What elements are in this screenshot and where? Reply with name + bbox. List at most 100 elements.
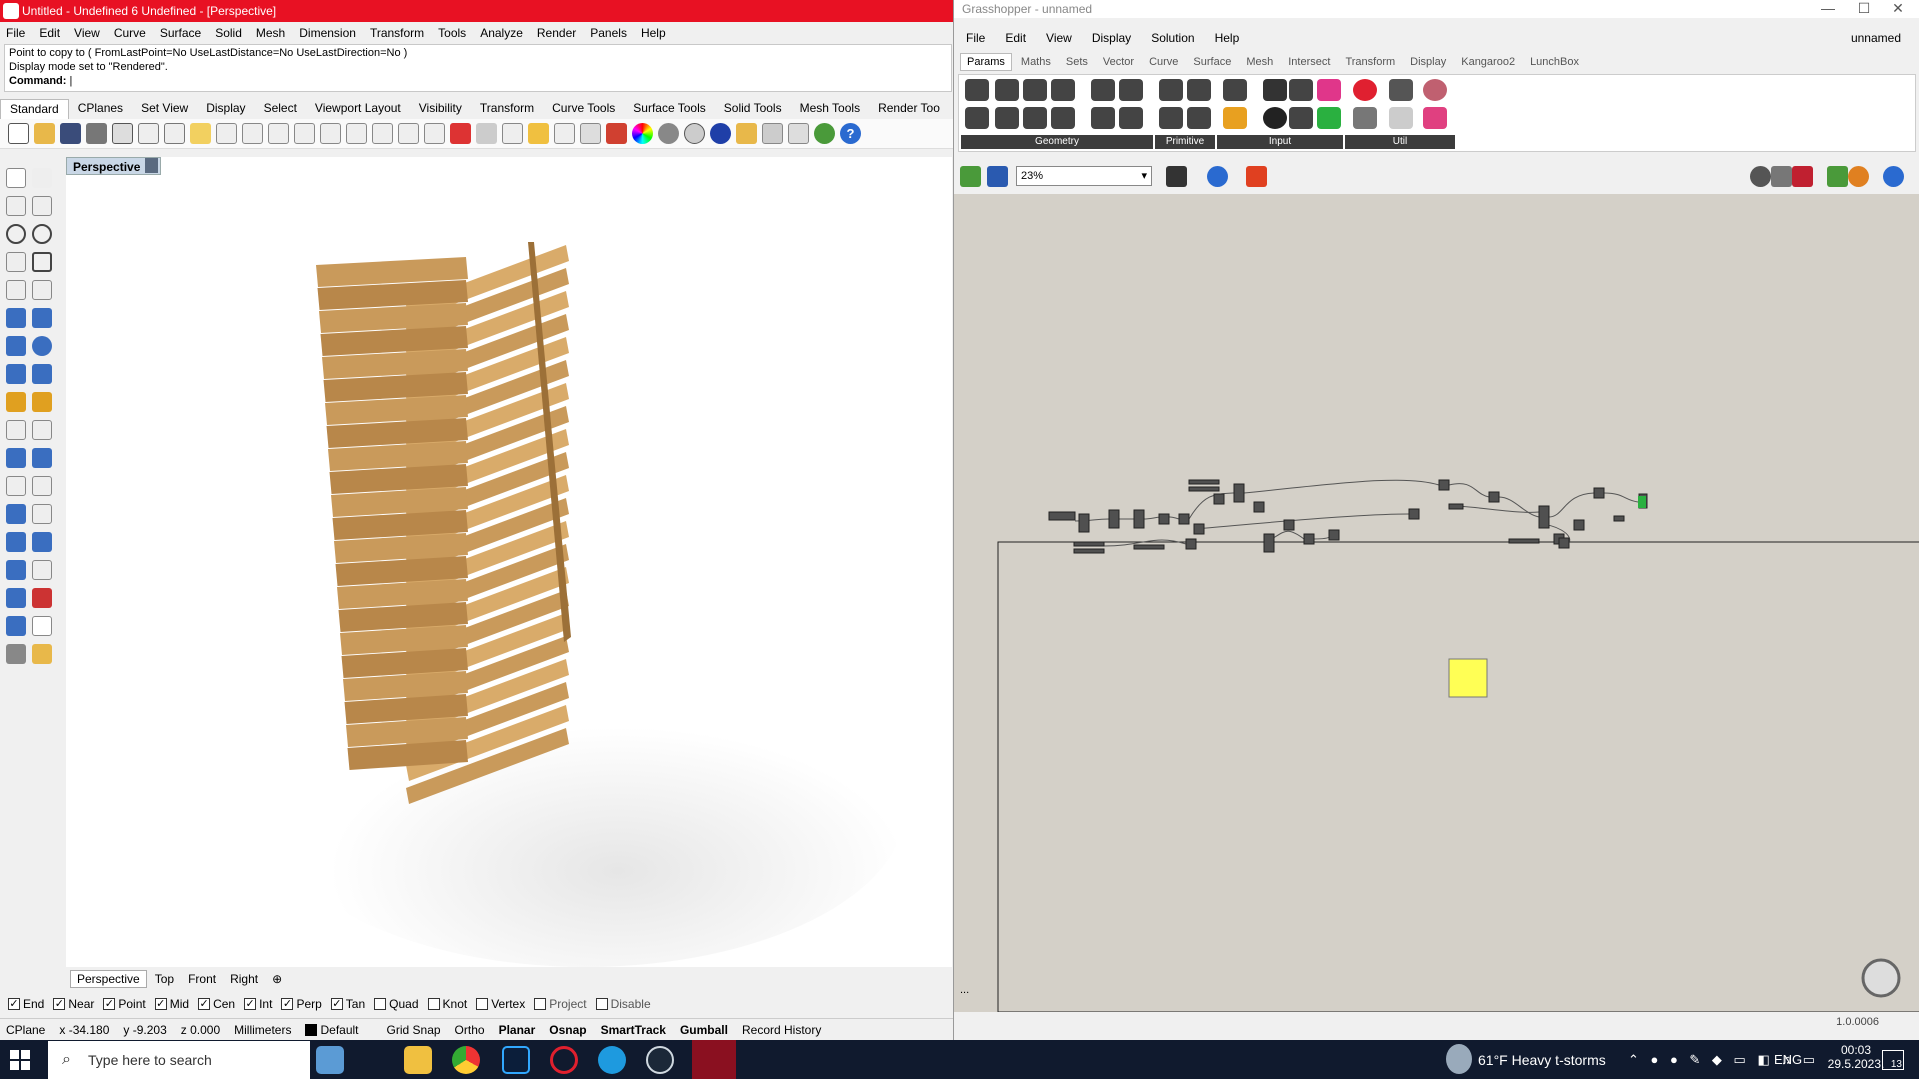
osnap-quad[interactable]: Quad (374, 997, 419, 1011)
viewport-tab-top[interactable]: Top (149, 971, 180, 987)
zoom-extents-icon[interactable] (346, 123, 367, 144)
surface-icon[interactable] (6, 308, 26, 328)
grasshopper-icon[interactable] (814, 123, 835, 144)
boolean-icon[interactable] (6, 392, 26, 412)
sketch-pen-icon[interactable] (1246, 165, 1267, 187)
gh-tab-kangaroo2[interactable]: Kangaroo2 (1455, 54, 1521, 70)
tab-cplanes[interactable]: CPlanes (69, 99, 132, 119)
language-indicator[interactable]: ENG (1774, 1052, 1802, 1067)
boolean-param-icon[interactable] (1159, 79, 1183, 101)
preview-eye-icon[interactable] (1207, 165, 1228, 187)
gh-menu-display[interactable]: Display (1092, 31, 1131, 45)
steam-icon[interactable] (646, 1046, 674, 1074)
taskbar-search-box[interactable]: ⌕ Type here to search (48, 1041, 310, 1079)
viewport-tab-front[interactable]: Front (182, 971, 222, 987)
tab-mesh-tools[interactable]: Mesh Tools (791, 99, 869, 119)
osnap-checkbox[interactable]: ✓ (330, 998, 343, 1010)
menu-mesh[interactable]: Mesh (256, 26, 285, 40)
dimension-tool-icon[interactable] (6, 560, 26, 580)
menu-help[interactable]: Help (641, 26, 666, 40)
preview-selected-icon[interactable] (1827, 165, 1848, 187)
text-param-icon[interactable] (1187, 107, 1211, 129)
array-icon[interactable] (6, 532, 26, 552)
osnap-checkbox[interactable] (476, 998, 489, 1010)
wireframe-sphere-icon[interactable] (684, 123, 705, 144)
layer-icon[interactable] (606, 123, 627, 144)
save-icon[interactable] (60, 123, 81, 144)
undo-view-icon[interactable] (398, 123, 419, 144)
ellipse-icon[interactable] (32, 224, 52, 244)
join-icon[interactable] (6, 448, 26, 468)
hatch-icon[interactable] (32, 560, 52, 580)
tab-transform[interactable]: Transform (471, 99, 543, 119)
planar-toggle[interactable]: Planar (499, 1023, 536, 1037)
gradient-icon[interactable] (1317, 79, 1341, 101)
tab-standard[interactable]: Standard (0, 99, 69, 119)
gh-tab-transform[interactable]: Transform (1339, 54, 1401, 70)
new-file-icon[interactable] (8, 123, 29, 144)
osnap-toggle[interactable]: Osnap (549, 1023, 586, 1037)
viewport-tab-right[interactable]: Right (224, 971, 264, 987)
gh-canvas[interactable]: ... (954, 194, 1919, 1012)
notification-center-icon[interactable]: 13 (1882, 1050, 1904, 1070)
render-sphere-icon[interactable] (710, 123, 731, 144)
osnap-checkbox[interactable] (595, 998, 608, 1010)
zoom-window-icon[interactable] (320, 123, 341, 144)
viewport-tab-perspective[interactable]: Perspective (70, 970, 147, 988)
weather-icon[interactable] (1446, 1044, 1472, 1074)
menu-view[interactable]: View (74, 26, 100, 40)
osnap-checkbox[interactable]: ✓ (8, 998, 20, 1010)
osnap-tan[interactable]: ✓ Tan (330, 997, 365, 1011)
start-windows-icon[interactable] (10, 1050, 30, 1070)
copy-icon[interactable] (164, 123, 185, 144)
close-icon[interactable]: ✕ (1883, 0, 1913, 18)
gh-tab-sets[interactable]: Sets (1060, 54, 1094, 70)
command-area[interactable]: Point to copy to ( FromLastPoint=No UseL… (4, 44, 952, 92)
twisted-box-param-icon[interactable] (1119, 107, 1143, 129)
zoom-icon[interactable] (294, 123, 315, 144)
button-icon[interactable] (1263, 107, 1287, 129)
tab-render-tools[interactable]: Render Too (869, 99, 949, 119)
file-explorer-icon[interactable] (404, 1046, 432, 1074)
extrude-icon[interactable] (6, 364, 26, 384)
relay-arrow-icon[interactable] (1389, 79, 1413, 101)
gh-tab-maths[interactable]: Maths (1015, 54, 1057, 70)
taskbar-widget-icon[interactable] (316, 1046, 344, 1074)
plane-param-icon[interactable] (1023, 107, 1047, 129)
select-icon[interactable] (528, 123, 549, 144)
osnap-point[interactable]: ✓ Point (103, 997, 146, 1011)
mesh-quality-icon[interactable] (1883, 165, 1904, 187)
fist-icon[interactable] (1353, 107, 1377, 129)
gumball-toggle[interactable]: Gumball (680, 1023, 728, 1037)
gh-open-icon[interactable] (960, 165, 981, 187)
circle-param-icon[interactable] (995, 79, 1019, 101)
four-viewports-icon[interactable] (424, 123, 445, 144)
tab-curve-tools[interactable]: Curve Tools (543, 99, 624, 119)
polyline-icon[interactable] (6, 196, 26, 216)
export-icon[interactable] (112, 123, 133, 144)
gumball-tool-icon[interactable] (32, 588, 52, 608)
maximize-icon[interactable]: ☐ (1849, 0, 1879, 18)
command-input[interactable]: | (70, 75, 73, 87)
line-param-icon[interactable] (965, 107, 989, 129)
gh-menu-solution[interactable]: Solution (1151, 31, 1194, 45)
brep-param-icon[interactable] (1119, 79, 1143, 101)
mesh-icon[interactable] (32, 364, 52, 384)
osnap-checkbox[interactable]: ✓ (103, 998, 116, 1010)
perspective-viewport[interactable]: Perspective (66, 157, 952, 967)
tab-visibility[interactable]: Visibility (410, 99, 471, 119)
paste-icon[interactable] (190, 123, 211, 144)
gh-menu-view[interactable]: View (1046, 31, 1072, 45)
menu-edit[interactable]: Edit (39, 26, 60, 40)
menu-file[interactable]: File (6, 26, 25, 40)
print-icon[interactable] (86, 123, 107, 144)
dimension-icon[interactable] (788, 123, 809, 144)
rotate-view-icon[interactable] (268, 123, 289, 144)
osnap-checkbox[interactable] (534, 998, 547, 1010)
gh-tab-display[interactable]: Display (1404, 54, 1452, 70)
grid-snap-icon[interactable] (476, 123, 497, 144)
cherry-icon[interactable] (1353, 79, 1377, 101)
osnap-near[interactable]: ✓ Near (53, 997, 94, 1011)
document-preview-icon[interactable] (1848, 165, 1869, 187)
gh-menu-help[interactable]: Help (1215, 31, 1240, 45)
